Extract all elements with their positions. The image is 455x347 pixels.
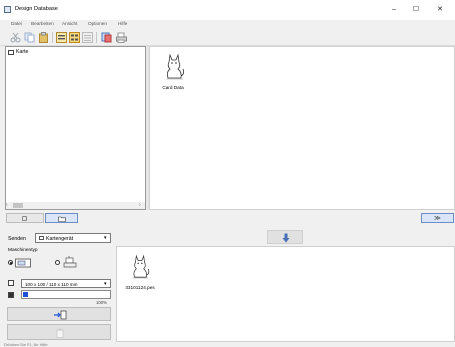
frame-icon xyxy=(8,280,14,286)
send-progress-bar xyxy=(21,290,111,299)
card-reader-icon xyxy=(39,236,44,240)
radio-unselected xyxy=(55,260,60,265)
tree-item-label: Karte xyxy=(16,49,29,55)
scroll-left-icon[interactable]: ‹ xyxy=(6,202,8,208)
window-title: Design Database xyxy=(15,6,58,12)
progress-percent: 100% xyxy=(96,300,107,305)
send-files-panel: 33101124.pes xyxy=(116,246,455,342)
copy-icon[interactable] xyxy=(24,32,35,43)
design-view-panel: Card Data xyxy=(149,46,455,210)
move-to-send-button[interactable] xyxy=(267,230,303,244)
double-chevron-icon: ≫ xyxy=(434,215,441,222)
device-select[interactable]: Kartengerät ▾ xyxy=(35,233,111,243)
tab-folder[interactable] xyxy=(45,213,78,223)
toolbar xyxy=(0,29,455,46)
menu-ansicht[interactable]: Ansicht xyxy=(62,21,77,26)
send-to-machine-icon xyxy=(54,310,67,320)
menu-bearbeiten[interactable]: Bearbeiten xyxy=(31,21,54,26)
status-text: Drücken Sie F1, für Hilfe xyxy=(4,342,48,347)
send-file-item[interactable]: 33101124.pes xyxy=(120,253,160,295)
small-icons-view-icon[interactable] xyxy=(69,32,80,43)
design-item[interactable]: Card Data xyxy=(156,52,190,96)
arrow-down-icon xyxy=(282,233,290,243)
title-bar: Design Database – ☐ ✕ xyxy=(0,0,455,20)
sewing-machine-icon xyxy=(63,256,77,268)
menu-datei[interactable]: Datei xyxy=(11,21,22,26)
design-item-label: Card Data xyxy=(162,85,184,90)
folder-icon xyxy=(8,50,14,55)
menu-hilfe[interactable]: Hilfe xyxy=(118,21,127,26)
maximize-button[interactable]: ☐ xyxy=(405,3,427,17)
toolbar-separator xyxy=(96,32,97,43)
machine-type-sewing-radio[interactable] xyxy=(55,255,85,269)
send-label: Senden xyxy=(8,236,26,242)
collapse-panel-button[interactable]: ≫ xyxy=(421,213,454,223)
trash-icon xyxy=(56,328,64,338)
cut-icon[interactable] xyxy=(10,32,21,43)
send-arrow-bar xyxy=(116,228,455,246)
frame-size-select[interactable]: 100 x 100 / 110 x 110 mm ▾ xyxy=(21,279,111,288)
menu-optionen[interactable]: Optionen xyxy=(88,21,107,26)
print-icon[interactable] xyxy=(116,32,127,43)
embroidery-machine-icon xyxy=(15,258,31,268)
machine-type-label: Maschinentyp xyxy=(8,248,38,253)
tab-device[interactable] xyxy=(6,213,44,223)
delete-button[interactable] xyxy=(7,324,111,340)
folder-tree-panel: Karte xyxy=(5,46,146,210)
tree-horizontal-scrollbar[interactable]: ‹ › xyxy=(6,202,145,209)
close-button[interactable]: ✕ xyxy=(429,3,451,17)
list-view-icon[interactable] xyxy=(82,32,93,43)
radio-selected xyxy=(8,260,13,265)
cat-design-icon xyxy=(132,254,150,279)
transfer-button[interactable] xyxy=(7,307,111,321)
cat-design-icon xyxy=(166,53,185,80)
machine-type-embroidery-radio[interactable] xyxy=(8,255,48,269)
device-select-value: Kartengerät xyxy=(46,236,74,242)
folder-icon xyxy=(58,216,66,222)
frame-size-value: 100 x 100 / 110 x 110 mm xyxy=(25,281,78,287)
send-progress-fill xyxy=(23,292,28,297)
chevron-down-icon: ▾ xyxy=(104,235,107,241)
app-icon xyxy=(4,6,11,13)
scroll-right-icon[interactable]: › xyxy=(139,202,141,208)
tab-strip: ≫ xyxy=(0,211,455,224)
send-controls-panel: Senden Kartengerät ▾ Maschinentyp 100 x … xyxy=(0,224,115,347)
large-icons-view-icon[interactable] xyxy=(56,32,67,43)
send-file-label: 33101124.pes xyxy=(125,285,155,290)
paste-icon[interactable] xyxy=(38,32,49,43)
minimize-button[interactable]: – xyxy=(383,3,405,17)
design-library-icon[interactable] xyxy=(101,32,112,43)
toolbar-separator xyxy=(52,32,53,43)
scroll-thumb[interactable] xyxy=(13,203,23,208)
transfer-icon xyxy=(8,292,14,298)
chevron-down-icon: ▾ xyxy=(104,280,107,287)
menu-bar: Datei Bearbeiten Ansicht Optionen Hilfe xyxy=(0,20,455,29)
card-icon xyxy=(22,216,27,221)
tree-item-karte[interactable]: Karte xyxy=(8,49,68,57)
status-bar: Drücken Sie F1, für Hilfe xyxy=(0,342,455,347)
